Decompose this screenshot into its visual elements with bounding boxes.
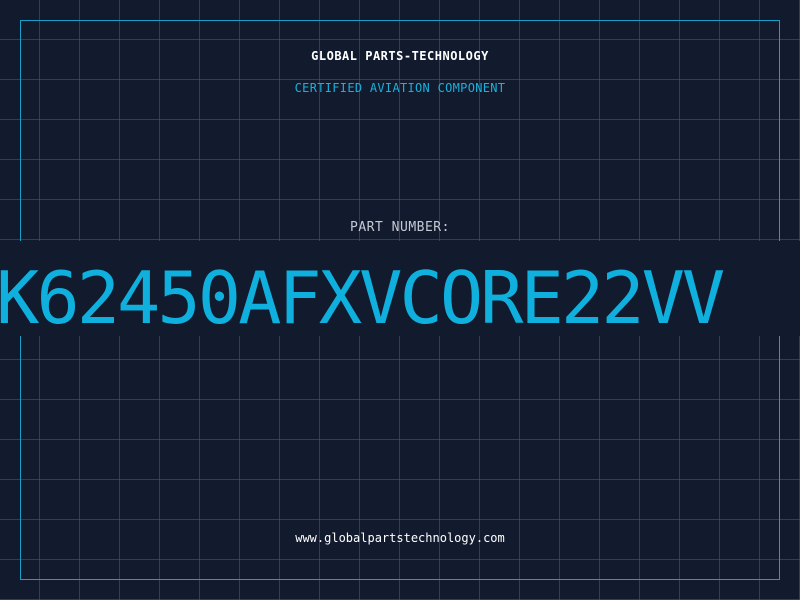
website-url: www.globalpartstechnology.com bbox=[295, 531, 505, 545]
label-canvas: GLOBAL PARTS-TECHNOLOGY CERTIFIED AVIATI… bbox=[0, 0, 800, 600]
part-number-label: PART NUMBER: bbox=[350, 220, 450, 235]
company-name: GLOBAL PARTS-TECHNOLOGY bbox=[311, 49, 489, 63]
certification-subtitle: CERTIFIED AVIATION COMPONENT bbox=[294, 81, 506, 95]
part-number-value: K62450AFXVCORE22VV bbox=[0, 256, 725, 340]
